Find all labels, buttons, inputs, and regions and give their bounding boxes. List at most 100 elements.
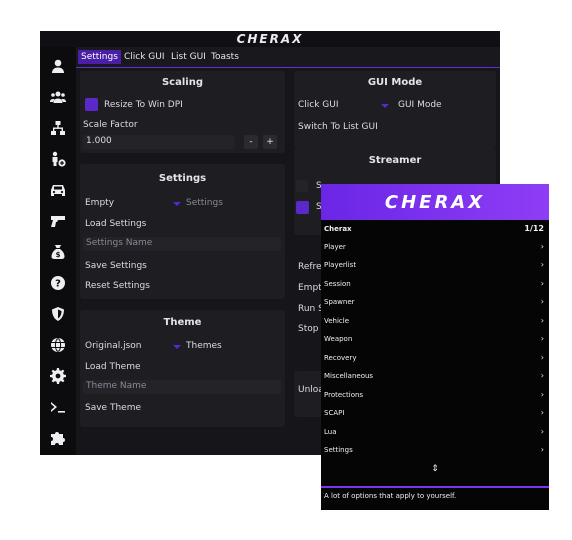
settings-select-label: Settings: [186, 198, 223, 208]
gear-icon[interactable]: [49, 367, 67, 385]
chevron-right-icon: ›: [540, 242, 544, 251]
scale-factor-label: Scale Factor: [83, 120, 138, 130]
theme-panel: Theme Original.json Themes Load Theme Th…: [80, 310, 285, 427]
list-item-settings[interactable]: Settings ›: [324, 441, 546, 459]
overlay-counter: 1/12: [524, 224, 544, 233]
chevron-down-icon[interactable]: [381, 104, 389, 108]
theme-name-placeholder: Theme Name: [86, 381, 147, 391]
list-item-session[interactable]: Session ›: [324, 275, 546, 293]
streamer-title: Streamer: [368, 155, 422, 166]
tab-settings[interactable]: Settings: [78, 50, 121, 64]
scroll-updown-icon[interactable]: ⇕: [425, 464, 445, 474]
list-item-label: Recovery: [324, 354, 357, 362]
overlay-header: CHERAX: [321, 184, 549, 220]
scale-factor-input[interactable]: 1.000: [83, 135, 235, 149]
gui-mode-select[interactable]: Click GUI: [298, 100, 339, 110]
network-icon[interactable]: [49, 119, 67, 137]
load-settings-button[interactable]: Load Settings: [85, 219, 146, 229]
svg-text:?: ?: [55, 279, 61, 290]
chevron-right-icon: ›: [540, 371, 544, 380]
puzzle-icon[interactable]: [49, 429, 67, 447]
chevron-right-icon: ›: [540, 390, 544, 399]
list-item-label: Player: [324, 243, 346, 251]
users-icon[interactable]: [49, 88, 67, 106]
chevron-down-icon[interactable]: [173, 202, 181, 206]
save-theme-button[interactable]: Save Theme: [85, 403, 141, 413]
overlay-footer-bar: [321, 486, 549, 488]
overlay-logo: CHERAX: [384, 192, 486, 213]
chevron-right-icon: ›: [540, 408, 544, 417]
list-item-label: SCAPI: [324, 409, 345, 417]
gui-mode-label: GUI Mode: [398, 100, 442, 110]
svg-text:$: $: [56, 251, 61, 259]
list-item-label: Vehicle: [324, 317, 350, 325]
chevron-right-icon: ›: [540, 279, 544, 288]
tab-bar: Settings Click GUI List GUI Toasts: [76, 47, 500, 68]
chevron-right-icon: ›: [540, 297, 544, 306]
chevron-right-icon: ›: [540, 316, 544, 325]
shield-icon[interactable]: [49, 305, 67, 323]
scale-minus-button[interactable]: -: [244, 135, 258, 149]
chevron-right-icon: ›: [540, 334, 544, 343]
chevron-down-icon[interactable]: [173, 345, 181, 349]
sidebar: $ ?: [40, 47, 76, 455]
overlay-description: A lot of options that apply to yourself.: [324, 492, 457, 500]
settings-name-input[interactable]: Settings Name: [83, 237, 281, 251]
streamer-checkbox-1[interactable]: [296, 180, 308, 192]
theme-name-input[interactable]: Theme Name: [83, 380, 281, 394]
list-item-label: Spawner: [324, 298, 355, 306]
list-item-scapi[interactable]: SCAPI ›: [324, 404, 546, 422]
settings-select[interactable]: Empty: [85, 198, 114, 208]
theme-select[interactable]: Original.json: [85, 341, 141, 351]
scale-plus-button[interactable]: +: [263, 135, 277, 149]
list-item-label: Protections: [324, 391, 364, 399]
list-item-playerlist[interactable]: Playerlist ›: [324, 256, 546, 274]
player-add-icon[interactable]: [49, 150, 67, 168]
list-item-label: Settings: [324, 446, 353, 454]
list-item-recovery[interactable]: Recovery ›: [324, 349, 546, 367]
list-item-protections[interactable]: Protections ›: [324, 386, 546, 404]
chevron-right-icon: ›: [540, 427, 544, 436]
reset-settings-button[interactable]: Reset Settings: [85, 281, 150, 291]
overlay-title: Cherax: [324, 225, 352, 233]
list-item-label: Miscellaneous: [324, 372, 374, 380]
user-icon[interactable]: [49, 57, 67, 75]
list-gui-overlay: CHERAX Cherax 1/12 Player › Playerlist › S…: [321, 184, 549, 510]
gui-mode-panel: GUI Mode Click GUI GUI Mode Switch To Li…: [294, 71, 496, 149]
list-item-miscellaneous[interactable]: Miscellaneous ›: [324, 367, 546, 385]
list-item-lua[interactable]: Lua ›: [324, 423, 546, 441]
money-bag-icon[interactable]: $: [49, 243, 67, 261]
list-item-vehicle[interactable]: Vehicle ›: [324, 312, 546, 330]
scaling-panel: Scaling Resize To Win DPI Scale Factor 1…: [80, 71, 285, 153]
tab-list-gui[interactable]: List GUI: [168, 50, 209, 64]
help-icon[interactable]: ?: [49, 274, 67, 292]
tab-click-gui[interactable]: Click GUI: [121, 50, 168, 64]
overlay-title-row: Cherax 1/12: [324, 220, 546, 238]
theme-select-label: Themes: [186, 341, 222, 351]
list-item-label: Weapon: [324, 335, 353, 343]
window-title: CHERAX: [40, 31, 500, 47]
save-settings-button[interactable]: Save Settings: [85, 261, 147, 271]
scale-factor-value: 1.000: [86, 136, 112, 146]
list-item-label: Playerlist: [324, 261, 357, 269]
terminal-icon[interactable]: [49, 398, 67, 416]
streamer-checkbox-2[interactable]: [296, 201, 309, 214]
theme-title: Theme: [163, 317, 202, 328]
switch-list-gui-button[interactable]: Switch To List GUI: [298, 122, 378, 132]
list-item-player[interactable]: Player ›: [324, 238, 546, 256]
list-item-spawner[interactable]: Spawner ›: [324, 293, 546, 311]
scaling-title: Scaling: [161, 77, 203, 88]
car-icon[interactable]: [49, 181, 67, 199]
chevron-right-icon: ›: [540, 353, 544, 362]
list-item-label: Session: [324, 280, 351, 288]
resize-checkbox[interactable]: [85, 98, 98, 111]
globe-icon[interactable]: [49, 336, 67, 354]
tab-toasts[interactable]: Toasts: [208, 50, 242, 64]
run-button-partial[interactable]: Run S: [298, 304, 324, 314]
resize-label: Resize To Win DPI: [104, 100, 183, 110]
unload-button-partial[interactable]: Unloa: [298, 385, 324, 395]
list-item-weapon[interactable]: Weapon ›: [324, 330, 546, 348]
chevron-right-icon: ›: [540, 260, 544, 269]
gun-icon[interactable]: [49, 212, 67, 230]
load-theme-button[interactable]: Load Theme: [85, 362, 141, 372]
